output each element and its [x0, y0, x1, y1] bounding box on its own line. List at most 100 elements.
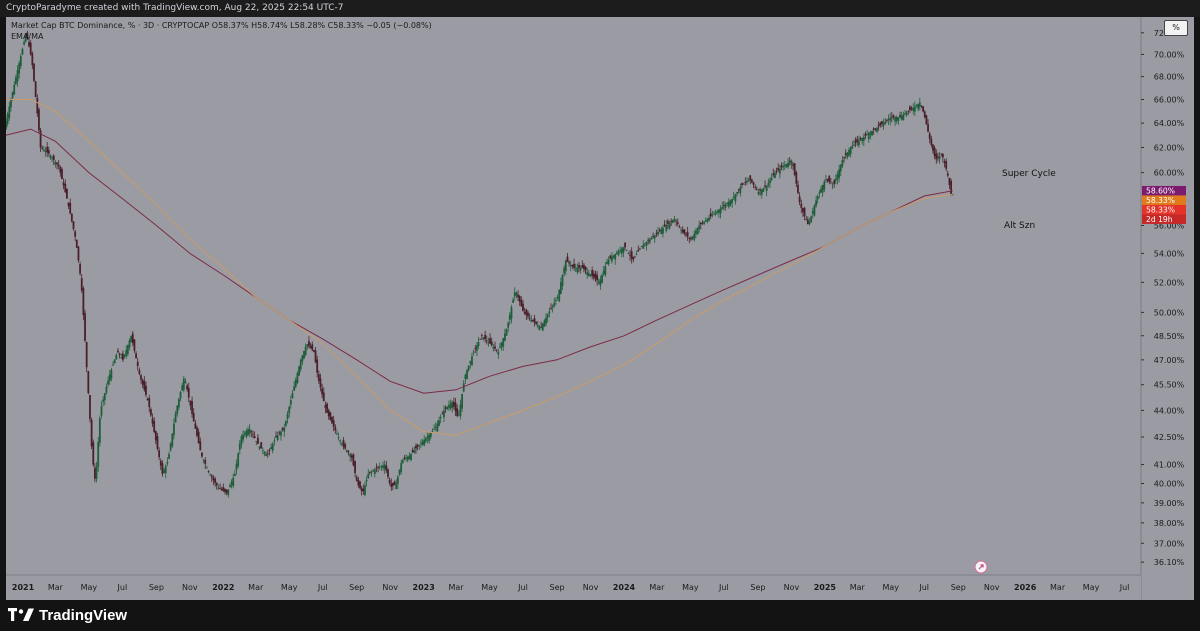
candle-body — [820, 188, 822, 193]
candle-body — [531, 319, 534, 322]
candle-body — [429, 432, 432, 437]
candle-body — [393, 481, 396, 485]
x-tick-label: 2026 — [1014, 583, 1037, 592]
candle-body — [54, 162, 57, 165]
candle-body — [545, 317, 547, 324]
candle-body — [536, 325, 539, 327]
candle-body — [866, 134, 869, 136]
candle-body — [579, 267, 582, 271]
candle-body — [499, 347, 501, 348]
candle-body — [876, 127, 878, 132]
candle-body — [676, 222, 679, 225]
candle-body — [156, 436, 159, 449]
candle-body — [383, 464, 386, 470]
candle-body — [943, 161, 946, 164]
candle-body — [232, 477, 235, 487]
candle-body — [596, 274, 599, 281]
tradingview-logo[interactable]: TradingView — [8, 605, 127, 625]
candle-body — [360, 488, 363, 492]
x-tick-label: 2023 — [413, 583, 435, 592]
candle-body — [303, 350, 305, 359]
candle-body — [946, 173, 949, 176]
candle-body — [467, 365, 470, 371]
chart-area[interactable]: 72.00%70.00%68.00%66.00%64.00%62.00%60.0… — [6, 17, 1194, 600]
candle-body — [336, 433, 338, 435]
candle-body — [573, 263, 575, 268]
candle-body — [103, 393, 106, 401]
candle-body — [207, 470, 210, 472]
candle-body — [856, 138, 859, 142]
candle-body — [925, 115, 928, 125]
x-tick-label: Jul — [117, 583, 128, 592]
indicator-legend[interactable]: EMA/MA — [11, 32, 44, 41]
candle-body — [492, 346, 495, 349]
candle-body — [937, 156, 939, 158]
candle-body — [451, 401, 454, 408]
candle-body — [624, 242, 626, 248]
candle-body — [755, 188, 758, 190]
candle-body — [187, 387, 190, 398]
candle-body — [436, 423, 439, 432]
candle-body — [803, 207, 806, 216]
candle-body — [933, 147, 936, 157]
candle-body — [617, 251, 620, 255]
candle-body — [268, 449, 271, 451]
candle-body — [553, 302, 556, 307]
candle-body — [115, 354, 118, 360]
candle-body — [177, 398, 180, 408]
candle-body — [568, 262, 571, 264]
candle-body — [548, 311, 551, 314]
candle-body — [44, 151, 47, 153]
candle-body — [790, 160, 793, 165]
candle-body — [881, 121, 883, 124]
candle-body — [480, 334, 483, 336]
candle-body — [169, 443, 172, 451]
candle-body — [158, 450, 161, 458]
candle-body — [291, 393, 294, 399]
price-chart[interactable]: 72.00%70.00%68.00%66.00%64.00%62.00%60.0… — [6, 17, 1194, 600]
y-tick-label: 54.00% — [1154, 249, 1185, 258]
candle-body — [709, 213, 712, 217]
candle-body — [558, 289, 561, 302]
candle-body — [75, 240, 78, 248]
candle-body — [805, 219, 808, 221]
candle-body — [153, 420, 156, 432]
candle-body — [879, 122, 882, 126]
candle-body — [836, 174, 839, 180]
candle-body — [690, 238, 692, 240]
candle-body — [347, 451, 350, 453]
y-tick-label: 52.00% — [1154, 278, 1185, 287]
candle-body — [798, 196, 801, 203]
candle-body — [19, 55, 22, 66]
candle-body — [401, 460, 404, 464]
candle-body — [482, 337, 485, 340]
candle-body — [403, 457, 406, 459]
candle-body — [238, 443, 241, 450]
candle-body — [39, 130, 42, 148]
replay-icon[interactable] — [974, 560, 988, 574]
candle-body — [100, 406, 103, 416]
price-badge-label: 2d 19h — [1146, 215, 1173, 224]
candle-body — [444, 407, 447, 409]
candle-body — [848, 149, 850, 156]
candle-body — [339, 440, 342, 442]
alt-szn-label: Alt Szn — [1004, 221, 1036, 231]
candle-body — [275, 436, 277, 438]
candle-body — [815, 200, 817, 206]
candle-body — [146, 398, 149, 401]
candle-body — [609, 255, 612, 259]
candle-body — [392, 482, 394, 486]
candle-body — [785, 163, 788, 168]
x-tick-label: Jul — [317, 583, 328, 592]
candle-body — [859, 138, 862, 140]
candle-body — [581, 265, 584, 268]
candle-body — [64, 184, 67, 193]
candle-body — [66, 188, 68, 199]
candle-body — [734, 194, 737, 202]
candle-body — [70, 213, 73, 222]
symbol-legend[interactable]: Market Cap BTC Dominance, % · 3D · CRYPT… — [11, 21, 432, 30]
candle-body — [775, 170, 778, 172]
scale-toggle-button[interactable]: % — [1164, 20, 1188, 36]
candle-body — [110, 369, 113, 379]
candle-body — [546, 314, 549, 318]
